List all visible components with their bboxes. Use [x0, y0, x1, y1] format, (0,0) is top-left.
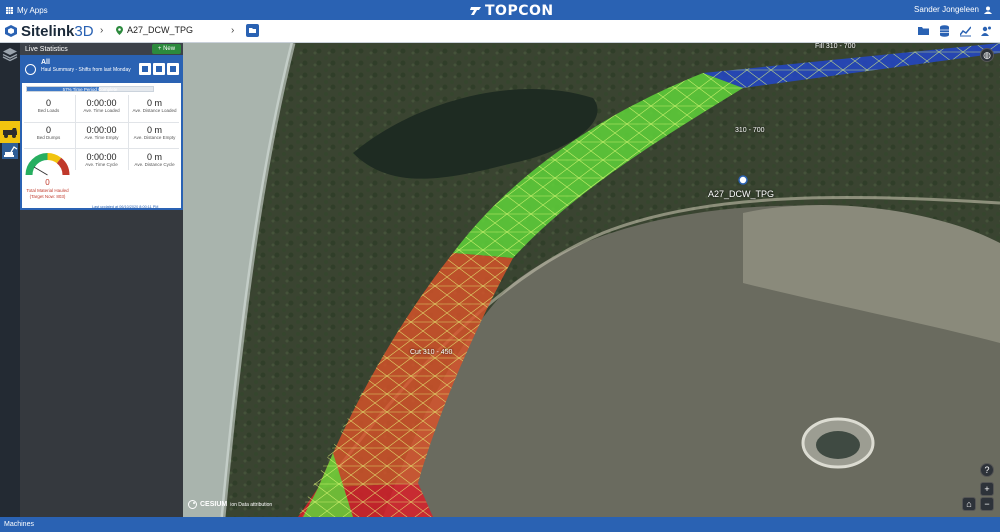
- stat-label: Ave. Distance Cycle: [134, 162, 175, 167]
- project-selector[interactable]: A27_DCW_TPG: [116, 25, 193, 35]
- stat-ave-distance-empty: 0 m Ave. Distance Empty: [128, 125, 181, 140]
- folder-icon: [249, 28, 256, 33]
- user-name: Sander Jongeleen: [914, 5, 979, 14]
- project-name: A27_DCW_TPG: [127, 25, 194, 35]
- my-apps-label: My Apps: [17, 5, 48, 15]
- cesium-logo-icon: [188, 500, 197, 509]
- stat-ave-distance-loaded: 0 m Ave. Distance Loaded: [128, 98, 181, 113]
- haul-truck-icon: [3, 128, 17, 138]
- chevron-right-icon[interactable]: ›: [100, 25, 103, 36]
- live-statistics-header: Live Statistics + New: [20, 43, 183, 55]
- sitelink-brand[interactable]: Sitelink3D: [5, 23, 94, 40]
- stat-ave-time-loaded: 0:00:00 Ave. Time Loaded: [75, 98, 128, 113]
- chevron-right-icon[interactable]: ›: [231, 25, 234, 36]
- chart-icon[interactable]: [959, 24, 972, 37]
- edit-icon[interactable]: [139, 63, 151, 75]
- round-tank-water: [816, 431, 860, 459]
- app-name-suffix: 3D: [74, 22, 94, 40]
- progress-label: 57% Time Period Complete: [62, 87, 118, 92]
- machines-tab[interactable]: [2, 143, 18, 159]
- card-actions: [139, 63, 179, 75]
- fill-label: Fill 310 - 700: [815, 43, 856, 50]
- new-statistic-button[interactable]: + New: [152, 44, 181, 54]
- stat-label: Ave. Time Cycle: [85, 162, 118, 167]
- machines-label: Machines: [4, 521, 34, 528]
- my-apps-button[interactable]: My Apps: [6, 6, 48, 15]
- left-rail: [0, 43, 20, 517]
- topcon-logo: TOPCON: [470, 3, 554, 19]
- panel-title: Live Statistics: [25, 45, 68, 53]
- last-updated-text: Last updated at 06/10/2020 8:00:11 PM: [92, 205, 159, 209]
- gauge-label: Total Material Hauled (Target Now: 803): [25, 188, 70, 199]
- time-period-progress: 57% Time Period Complete: [26, 86, 154, 92]
- stat-ave-time-empty: 0:00:00 Ave. Time Empty: [75, 125, 128, 140]
- stat-label: Ave. Distance Loaded: [132, 108, 177, 113]
- folder-icon[interactable]: [918, 24, 929, 36]
- site-marker-icon: [738, 175, 748, 185]
- cesium-credit[interactable]: CESIUM ion Data attribution: [188, 500, 272, 509]
- live-statistics-tab[interactable]: [0, 121, 20, 143]
- globe-icon[interactable]: ◍: [980, 48, 994, 62]
- stat-ave-time-cycle: 0:00:00 Ave. Time Cycle: [75, 152, 128, 167]
- card-title: All: [41, 59, 50, 66]
- top-bar: My Apps TOPCON Sander Jongeleen: [0, 0, 1000, 20]
- stat-bed-dumps: 0 Bed Dumps: [22, 125, 75, 140]
- cesium-attribution[interactable]: ion Data attribution: [230, 502, 272, 508]
- layers-icon[interactable]: [2, 46, 18, 62]
- topcon-logo-text: TOPCON: [485, 3, 554, 19]
- delete-icon[interactable]: [167, 63, 179, 75]
- stat-value: 0 m: [146, 125, 162, 135]
- gauge-target: (Target Now: 803): [29, 193, 66, 199]
- database-icon[interactable]: [939, 24, 950, 37]
- stat-value: 0:00:00: [86, 125, 117, 135]
- map-canvas[interactable]: [183, 43, 1000, 517]
- users-settings-icon[interactable]: [981, 24, 992, 36]
- nav-bar: Sitelink3D › A27_DCW_TPG ›: [0, 20, 1000, 43]
- stat-label: Bed Loads: [37, 108, 60, 113]
- machines-bar[interactable]: Machines: [0, 517, 1000, 532]
- sitelink-logo-icon: [5, 25, 17, 37]
- zone-label: 310 - 700: [735, 127, 765, 134]
- cut-label: Cut 310 - 450: [410, 349, 453, 356]
- stat-value: 0 m: [146, 98, 162, 108]
- gauge-value: 0: [45, 178, 50, 187]
- user-menu[interactable]: Sander Jongeleen: [914, 5, 992, 14]
- stat-bed-loads: 0 Bed Loads: [22, 98, 75, 113]
- card-subtitle: Haul Summary - Shifts from last Monday: [41, 67, 131, 73]
- help-icon[interactable]: ?: [980, 463, 994, 477]
- stat-value: 0:00:00: [86, 98, 117, 108]
- stat-ave-distance-cycle: 0 m Ave. Distance Cycle: [128, 152, 181, 167]
- haul-summary-card[interactable]: All Haul Summary - Shifts from last Mond…: [20, 55, 183, 210]
- folder-link-button[interactable]: [246, 24, 259, 37]
- site-label: A27_DCW_TPG: [708, 189, 775, 199]
- zoom-in-button[interactable]: +: [980, 482, 994, 496]
- gauge-label-text: Total Material Hauled: [26, 188, 69, 193]
- stat-label: Ave. Distance Empty: [133, 135, 176, 140]
- stat-label: Ave. Time Empty: [84, 135, 119, 140]
- topcon-mark-icon: [470, 7, 481, 15]
- stat-value: 0: [45, 125, 51, 135]
- copy-icon[interactable]: [153, 63, 165, 75]
- gauge-dial: [25, 152, 70, 176]
- clock-icon: [25, 64, 36, 75]
- stat-label: Ave. Time Loaded: [83, 108, 120, 113]
- stat-value: 0: [45, 98, 51, 108]
- zoom-out-button[interactable]: −: [980, 497, 994, 511]
- stat-value: 0 m: [146, 152, 162, 162]
- map-view[interactable]: Fill 310 - 700 310 - 700 A27_DCW_TPG Cut…: [183, 43, 1000, 517]
- divider: [24, 148, 179, 149]
- stat-value: 0:00:00: [86, 152, 117, 162]
- apps-grid-icon: [6, 6, 13, 14]
- material-hauled-gauge: 0 Total Material Hauled (Target Now: 803…: [25, 151, 70, 199]
- map-pin-icon: [116, 25, 123, 35]
- cesium-label: CESIUM: [200, 501, 228, 508]
- home-icon[interactable]: ⌂: [962, 497, 976, 511]
- stat-label: Bed Dumps: [36, 135, 61, 140]
- app-name: Sitelink: [21, 22, 75, 40]
- card-header: All Haul Summary - Shifts from last Mond…: [22, 57, 181, 83]
- user-icon: [984, 6, 992, 14]
- excavator-icon: [4, 146, 18, 157]
- toolbar: [918, 24, 992, 37]
- divider: [24, 122, 179, 123]
